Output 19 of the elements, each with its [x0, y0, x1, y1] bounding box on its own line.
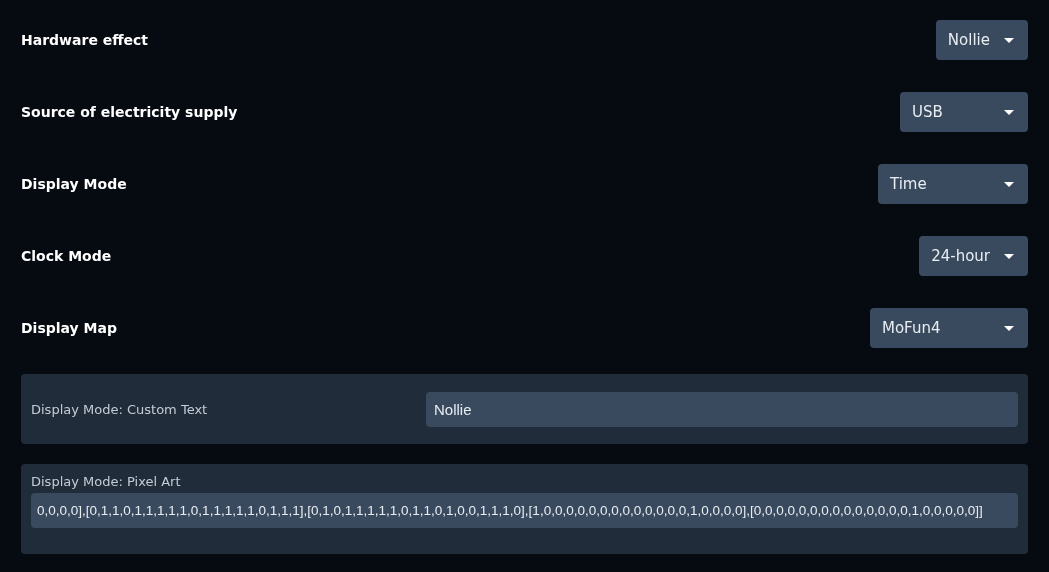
select-dropdown[interactable]: MoFun4 — [870, 308, 1028, 348]
caret-icon — [1004, 325, 1014, 331]
setting-label: Clock Mode — [21, 248, 112, 264]
pixel-art-input-field[interactable]: 0,0,0,0],[0,1,1,0,1,1,1,1,1,0,1,1,1,1,1,0,1,1,1],[0,1,0,1,1,1,1,1,0,1,1,0,1,0,0,1,1,1,0],[1,0,0,0,0,0,0,0,0,0,0,0,0,0,1,0,0,0,0],[0,0,0,0,0,0,0,0,0,0,0,0,0,0,1,0,0,0,0,0]] — [31, 493, 1018, 528]
caret-icon — [1004, 109, 1014, 115]
select-dropdown[interactable]: 24-hour — [919, 236, 1028, 276]
setting-label: Display Map — [21, 320, 117, 336]
caret-icon — [1004, 37, 1014, 43]
field-label: Display Mode: Pixel Art — [31, 474, 182, 489]
caret-icon — [1004, 253, 1014, 259]
select-dropdown[interactable]: Nollie — [935, 20, 1028, 60]
setting-label: Source of electricity supply — [21, 104, 238, 120]
text-input-field[interactable]: Nollie — [426, 391, 1018, 427]
caret-icon — [1004, 181, 1014, 187]
select-dropdown[interactable]: Time — [878, 164, 1028, 204]
select-dropdown[interactable]: USB — [900, 92, 1028, 132]
setting-label: Hardware effect — [21, 32, 149, 48]
setting-label: Display Mode — [21, 176, 127, 192]
field-label: Display Mode: Custom Text — [31, 401, 209, 417]
